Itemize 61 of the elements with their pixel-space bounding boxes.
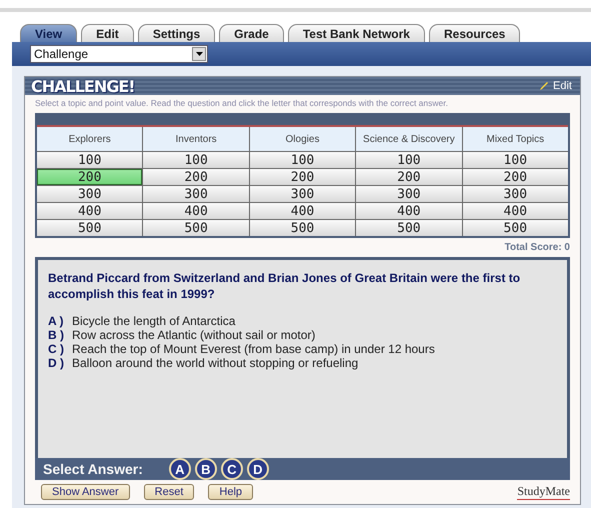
point-value-button[interactable]: 300 [356, 186, 462, 202]
point-value-button[interactable]: 400 [250, 203, 356, 219]
tab[interactable]: View [20, 24, 78, 42]
question-text: Betrand Piccard from Switzerland and Brian Jones of Great Britain were the first to accomplish this feat in 1999? [48, 270, 522, 302]
point-value-button[interactable]: 300 [250, 186, 356, 202]
answer-letter: C ) [48, 342, 65, 356]
caret-icon [192, 47, 206, 61]
total-score: Total Score: 0 [504, 241, 571, 255]
point-value-button[interactable]: 500 [37, 220, 142, 236]
point-value-button[interactable]: 400 [37, 203, 142, 219]
point-value-button[interactable]: 200 [356, 169, 462, 185]
answer-choice-button[interactable]: C [220, 458, 243, 480]
tab[interactable]: Settings [138, 24, 216, 42]
action-button[interactable]: Help [208, 484, 254, 500]
instructions: Select a topic and point value. Read the question and click the letter that corresponds with the correct answer. [34, 97, 449, 110]
answer-choice-button[interactable]: D [246, 458, 269, 480]
answer-choice-button[interactable]: B [194, 458, 217, 480]
point-value-button[interactable]: 100 [356, 152, 462, 168]
point-value-button[interactable]: 200 [462, 169, 568, 185]
point-value-button[interactable]: 100 [250, 152, 356, 168]
action-button[interactable]: Reset [144, 484, 194, 500]
point-value-button[interactable]: 100 [462, 152, 568, 168]
answer-text: Row across the Atlantic (without sail or motor) [72, 328, 316, 342]
answer-letter: B ) [48, 328, 65, 342]
point-value-button[interactable]: 500 [462, 220, 568, 236]
point-value-button[interactable]: 500 [143, 220, 249, 236]
answer-choice-button[interactable]: A [168, 458, 191, 480]
tab[interactable]: Edit [81, 24, 134, 42]
tab[interactable]: Test Bank Network [288, 24, 425, 42]
tab[interactable]: Resources [428, 24, 520, 42]
column-header: Science & Discovery [356, 127, 462, 151]
point-value-button[interactable]: 300 [462, 186, 568, 202]
point-value-button[interactable]: 200 [250, 169, 356, 185]
answer-text: Balloon around the world without stopping or refueling [72, 356, 358, 370]
column-header: Ologies [250, 127, 356, 151]
logo: CHALLENGE! [31, 76, 135, 96]
pencil-icon [539, 81, 550, 91]
edit-link[interactable]: Edit [539, 80, 572, 92]
point-value-button[interactable]: 300 [143, 186, 249, 202]
mode-dropdown[interactable]: Challenge [30, 45, 208, 63]
point-value-button[interactable]: 500 [356, 220, 462, 236]
point-value-button[interactable]: 200 [37, 169, 142, 185]
brand-logo: StudyMate [517, 484, 570, 500]
answer-label: Select Answer: [43, 461, 143, 477]
point-value-button[interactable]: 500 [250, 220, 356, 236]
answer-text: Bicycle the length of Antarctica [72, 314, 236, 328]
point-value-button[interactable]: 400 [143, 203, 249, 219]
answer-letter: D ) [48, 356, 65, 370]
column-header: Explorers [37, 127, 142, 151]
point-value-button[interactable]: 200 [143, 169, 249, 185]
point-value-button[interactable]: 300 [37, 186, 142, 202]
tab[interactable]: Grade [219, 24, 284, 42]
point-value-button[interactable]: 400 [462, 203, 568, 219]
point-value-button[interactable]: 100 [143, 152, 249, 168]
answer-text: Reach the top of Mount Everest (from base camp) in under 12 hours [72, 342, 435, 356]
answer-letter: A ) [48, 314, 65, 328]
point-value-button[interactable]: 400 [356, 203, 462, 219]
column-header: Mixed Topics [462, 127, 568, 151]
point-value-button[interactable]: 100 [37, 152, 142, 168]
action-button[interactable]: Show Answer [41, 484, 130, 500]
column-header: Inventors [143, 127, 249, 151]
